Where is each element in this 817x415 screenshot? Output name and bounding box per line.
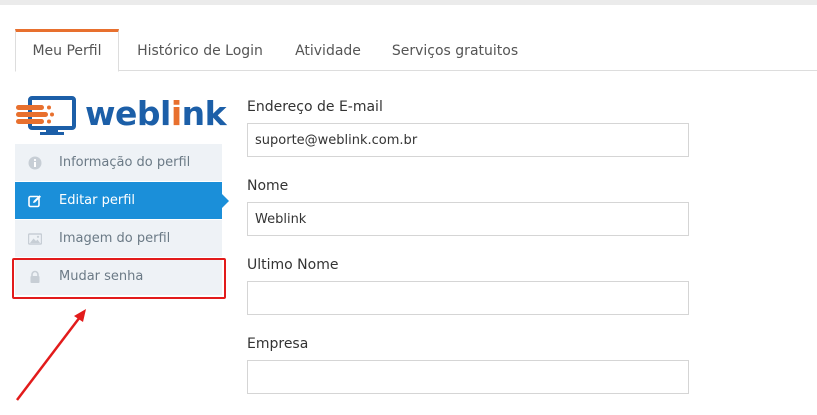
side-item-editar-perfil[interactable]: Editar perfil <box>15 182 229 220</box>
email-field[interactable] <box>247 123 689 157</box>
image-icon <box>28 233 42 245</box>
tab-meu-perfil[interactable]: Meu Perfil <box>15 29 119 72</box>
side-item-imagem-perfil[interactable]: Imagem do perfil <box>15 220 222 258</box>
email-label: Endereço de E-mail <box>247 99 383 115</box>
weblink-logo: weblink <box>16 94 227 136</box>
side-item-label: Imagem do perfil <box>59 231 171 246</box>
nome-label: Nome <box>247 178 289 194</box>
profile-tabs: Meu Perfil Histórico de Login Atividade … <box>15 29 817 72</box>
tab-servicos-gratuitos[interactable]: Serviços gratuitos <box>385 29 525 71</box>
logo-wordmark: weblink <box>85 94 227 133</box>
annotation-arrow <box>16 309 86 401</box>
monitor-logo-icon <box>16 96 76 135</box>
tab-historico-login[interactable]: Histórico de Login <box>127 29 273 71</box>
info-icon <box>28 156 42 170</box>
nome-field[interactable] <box>247 202 689 236</box>
empresa-field[interactable] <box>247 360 689 394</box>
ultimo-nome-field[interactable] <box>247 281 689 315</box>
ultimo-nome-label: Ultimo Nome <box>247 257 339 273</box>
side-item-label: Informação do perfil <box>59 155 191 170</box>
highlight-box <box>12 258 226 299</box>
side-item-label: Editar perfil <box>59 193 136 208</box>
side-item-informacao-perfil[interactable]: Informação do perfil <box>15 144 222 182</box>
empresa-label: Empresa <box>247 336 309 352</box>
top-bar <box>0 0 817 5</box>
edit-icon <box>28 195 41 208</box>
tab-atividade[interactable]: Atividade <box>287 29 369 71</box>
